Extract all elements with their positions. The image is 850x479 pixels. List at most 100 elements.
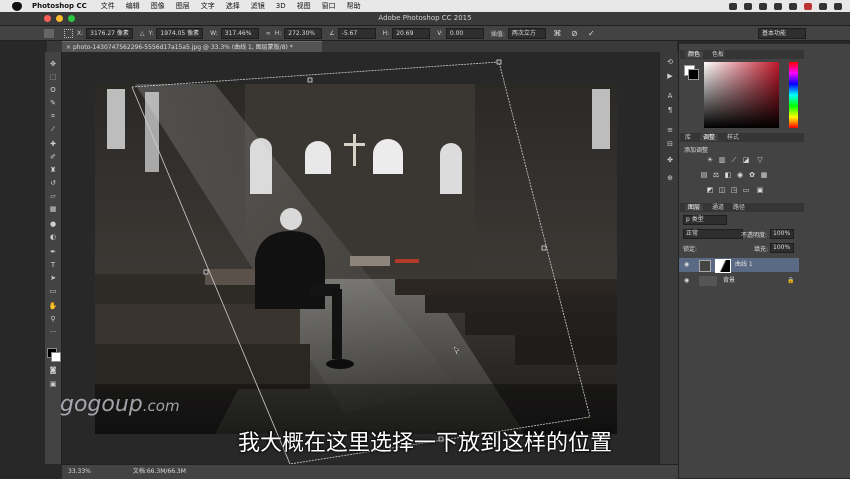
color-balance-adj-icon[interactable]: ⚖ — [712, 172, 720, 179]
apple-icon[interactable] — [12, 1, 22, 11]
history-brush-tool-icon[interactable]: ↺ — [48, 179, 58, 188]
pen-tool-icon[interactable]: ✒ — [48, 248, 58, 257]
link-icon[interactable]: ∞ — [266, 30, 271, 37]
posterize-adj-icon[interactable]: ◫ — [718, 187, 726, 194]
transform-handle[interactable] — [203, 269, 209, 275]
list-icon[interactable] — [834, 2, 842, 10]
layer-filter-select[interactable]: p 类型 — [683, 215, 727, 225]
healing-tool-icon[interactable]: ✚ — [48, 140, 58, 149]
hskew-field[interactable]: 20.69 — [392, 27, 431, 39]
tab-adjustments[interactable]: 调整 — [700, 134, 719, 141]
tab-paths[interactable]: 路径 — [733, 204, 745, 211]
menu-view[interactable]: 视图 — [297, 1, 311, 11]
path-select-tool-icon[interactable]: ➤ — [48, 274, 58, 283]
brush-tool-icon[interactable]: ✐ — [48, 153, 58, 162]
flag-icon[interactable] — [804, 2, 812, 10]
layer-row-curves[interactable]: ◉ 曲线 1 — [679, 258, 799, 273]
actions-panel-icon[interactable]: ▶ — [665, 72, 675, 81]
marquee-tool-icon[interactable]: ⬚ — [48, 73, 58, 82]
zoom-tool-icon[interactable]: ⚲ — [48, 315, 58, 324]
quick-mask-icon[interactable]: ◙ — [48, 366, 58, 375]
selective-color-adj-icon[interactable]: ▣ — [756, 187, 764, 194]
y-field[interactable]: 1974.05 像素 — [156, 27, 204, 39]
volume-icon[interactable] — [789, 2, 797, 10]
blend-mode-select[interactable]: 正常 — [683, 229, 743, 239]
tray-icon[interactable] — [729, 2, 737, 10]
tab-libraries[interactable]: 库 — [685, 134, 691, 141]
zoom-level[interactable]: 33.33% — [68, 468, 91, 475]
visibility-eye-icon[interactable]: ◉ — [684, 258, 689, 272]
invert-adj-icon[interactable]: ◩ — [706, 187, 714, 194]
tab-channels[interactable]: 通道 — [712, 204, 724, 211]
document-info[interactable]: 文档:66.3M/66.3M — [133, 468, 186, 475]
menu-image[interactable]: 图像 — [151, 1, 165, 11]
app-menu[interactable]: Photoshop CC — [32, 2, 87, 10]
type-tool-icon[interactable]: T — [48, 261, 58, 270]
tab-layers[interactable]: 图层 — [685, 204, 704, 211]
vskew-field[interactable]: 0.00 — [445, 27, 484, 39]
angle-field[interactable]: -5.67 — [337, 27, 376, 39]
photo-filter-adj-icon[interactable]: ◉ — [736, 172, 744, 179]
hue-slider[interactable] — [789, 62, 798, 128]
menu-3d[interactable]: 3D — [276, 2, 286, 10]
more-tools-icon[interactable]: ··· — [48, 328, 58, 337]
channel-mixer-adj-icon[interactable]: ✿ — [748, 172, 756, 179]
adjust-panel-icon[interactable]: ≡ — [665, 126, 675, 135]
commit-transform-icon[interactable]: ✓ — [587, 29, 596, 38]
move-tool-icon[interactable]: ✥ — [48, 60, 58, 69]
height-field[interactable]: 272.30% — [284, 27, 323, 39]
menu-window[interactable]: 窗口 — [322, 1, 336, 11]
hsl-adj-icon[interactable]: ▤ — [700, 172, 708, 179]
gradient-tool-icon[interactable]: ▦ — [48, 205, 58, 214]
menu-layer[interactable]: 图层 — [176, 1, 190, 11]
close-tab-icon[interactable]: × — [66, 44, 73, 51]
lookup-adj-icon[interactable]: ▦ — [760, 172, 768, 179]
search-icon[interactable] — [819, 2, 827, 10]
menu-help[interactable]: 帮助 — [347, 1, 361, 11]
menu-file[interactable]: 文件 — [101, 1, 115, 11]
exposure-adj-icon[interactable]: ◪ — [742, 157, 750, 164]
x-field[interactable]: 3176.27 像素 — [86, 27, 133, 39]
stamp-tool-icon[interactable]: ♜ — [48, 166, 58, 175]
reference-point-icon[interactable] — [64, 28, 73, 38]
workspace-select[interactable]: 基本功能 — [758, 27, 806, 39]
history-panel-icon[interactable]: ⟲ — [665, 58, 675, 67]
quick-select-tool-icon[interactable]: ✎ — [48, 99, 58, 108]
gradient-map-adj-icon[interactable]: ▭ — [742, 187, 750, 194]
shape-tool-icon[interactable]: ▭ — [48, 287, 58, 296]
brightness-adj-icon[interactable]: ☀ — [706, 157, 714, 164]
cancel-transform-icon[interactable]: ⊘ — [570, 29, 579, 38]
hand-tool-icon[interactable]: ✋ — [48, 302, 58, 311]
interpolation-select[interactable]: 两次立方 — [507, 27, 546, 39]
screen-mode-icon[interactable]: ▣ — [48, 380, 58, 389]
menu-select[interactable]: 选择 — [226, 1, 240, 11]
warp-icon[interactable]: ⌘ — [553, 29, 562, 38]
layer-row-background[interactable]: ◉ 背景 🔒 — [679, 274, 799, 288]
visibility-eye-icon[interactable]: ◉ — [684, 274, 689, 288]
curves-adj-icon[interactable]: ⟋ — [730, 157, 738, 164]
color-picker-field[interactable] — [704, 62, 779, 128]
tab-styles[interactable]: 样式 — [727, 134, 739, 141]
menu-edit[interactable]: 编辑 — [126, 1, 140, 11]
tray-icon[interactable] — [759, 2, 767, 10]
properties-panel-icon[interactable]: ⊟ — [665, 140, 675, 149]
tray-icon[interactable] — [744, 2, 752, 10]
dodge-tool-icon[interactable]: ◐ — [48, 233, 58, 242]
tab-color[interactable]: 颜色 — [685, 51, 704, 58]
eraser-tool-icon[interactable]: ▱ — [48, 192, 58, 201]
transform-handle[interactable] — [541, 245, 547, 251]
clone-panel-icon[interactable]: ⊕ — [665, 174, 675, 183]
layer-mask-thumbnail[interactable] — [715, 259, 731, 273]
document-tab[interactable]: × photo-1430747562296-5556d17a15a5.jpg @… — [62, 41, 322, 52]
menu-filter[interactable]: 滤镜 — [251, 1, 265, 11]
wifi-icon[interactable] — [774, 2, 782, 10]
transform-tool-icon[interactable] — [44, 28, 54, 38]
blur-tool-icon[interactable]: ● — [48, 220, 58, 229]
crop-tool-icon[interactable]: ⌗ — [48, 112, 58, 121]
opacity-field[interactable]: 100% — [770, 229, 794, 239]
vibrance-adj-icon[interactable]: ▽ — [756, 157, 764, 164]
fill-field[interactable]: 100% — [770, 243, 794, 253]
background-color-swatch[interactable] — [51, 352, 61, 362]
lasso-tool-icon[interactable]: ʘ — [48, 86, 58, 95]
width-field[interactable]: 317.46% — [220, 27, 259, 39]
